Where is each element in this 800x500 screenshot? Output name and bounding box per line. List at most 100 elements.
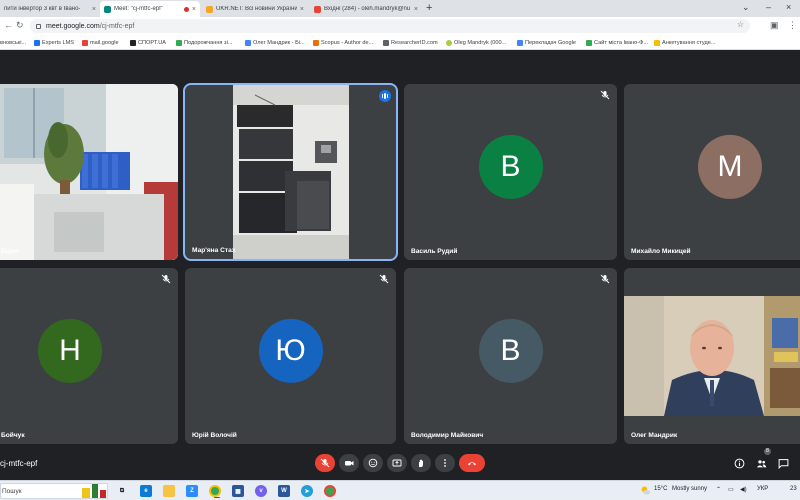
close-window-icon[interactable]: × — [786, 2, 791, 12]
word-icon[interactable]: W — [278, 485, 290, 497]
hang-up-icon — [468, 462, 476, 466]
participant-name: Юрій Волочій — [192, 432, 237, 439]
minimize-icon[interactable]: – — [766, 2, 771, 12]
participant-name: Бойчук — [1, 432, 25, 439]
bookmark-item[interactable]: mail.google — [82, 38, 119, 48]
bookmark-item[interactable]: Анкетування студе... — [654, 38, 716, 48]
close-icon[interactable]: × — [192, 6, 196, 13]
clock[interactable]: 23 — [790, 486, 797, 492]
keyboard-language[interactable]: УКР — [757, 486, 768, 492]
weather-status[interactable]: Mostly sunny — [672, 486, 707, 492]
mic-off-icon — [161, 274, 171, 284]
chat-button[interactable] — [776, 456, 790, 470]
participant-tile[interactable]: В Володимир Майкович — [404, 268, 617, 444]
recording-indicator-icon — [183, 6, 189, 12]
viber-icon[interactable]: v — [255, 485, 267, 497]
file-explorer-icon[interactable] — [163, 485, 175, 497]
reload-icon[interactable]: ↻ — [16, 20, 24, 31]
browser-tab[interactable]: UKR.NET: Всі новини України, × — [202, 1, 308, 17]
office-video-feed — [0, 84, 178, 260]
bookmark-item[interactable]: вновські... — [0, 38, 26, 48]
temperature: 15°C — [654, 486, 668, 492]
participant-tile[interactable]: В Василь Рудий — [404, 84, 617, 260]
lab-video-feed — [233, 85, 349, 259]
tab-search-icon[interactable]: ⌄ — [742, 2, 750, 13]
meeting-details-button[interactable] — [732, 456, 746, 470]
man-video-feed — [624, 268, 800, 444]
participant-name: Олег Мандрик — [631, 432, 678, 439]
participant-tile[interactable]: Ю Юрій Волочій — [185, 268, 396, 444]
participant-tile-active-speaker[interactable]: Мар'яна Стах — [183, 83, 398, 261]
partly-sunny-icon — [641, 486, 651, 495]
bookmarks-bar: вновські... Experts LMS mail.google СПОР… — [0, 35, 800, 50]
windows-taskbar: Пошук ⧉ e Z ▦ v W ➤ 15°C Mostly sunny ⌃ … — [0, 480, 800, 500]
bookmark-icon — [130, 40, 136, 46]
telegram-icon[interactable]: ➤ — [301, 485, 313, 497]
participant-tile[interactable]: Н Бойчук — [0, 268, 178, 444]
more-icon — [444, 459, 446, 467]
reactions-button[interactable] — [363, 454, 383, 472]
store-icon[interactable]: ▦ — [232, 485, 244, 497]
bookmark-item[interactable]: Перекладач Google — [517, 38, 576, 48]
raise-hand-icon — [419, 459, 423, 467]
present-button[interactable] — [387, 454, 407, 472]
browser-tab[interactable]: пити інвертор 3 квт в Івано- × — [0, 1, 100, 17]
participant-name: Михайло Микицей — [631, 248, 691, 255]
meeting-code: cj-mtfc-epf — [0, 459, 38, 468]
tab-title: Meet: "cj-mtfc-epf" — [114, 6, 163, 12]
leave-call-button[interactable] — [459, 454, 485, 472]
url-text: meet.google.com/cj-mtfc-epf — [46, 22, 135, 30]
bookmark-item[interactable]: Олег Мандрик - Бі... — [245, 38, 305, 48]
task-view-icon[interactable]: ⧉ — [116, 485, 128, 497]
participant-name: Мар'яна Стах — [192, 247, 236, 254]
participant-tile[interactable]: Олег Мандрик — [624, 268, 800, 444]
close-icon[interactable]: × — [414, 6, 418, 13]
close-icon[interactable]: × — [92, 6, 96, 13]
meet-stage: Бідко Мар'яна Стах В Василь Рудий М Миха… — [0, 50, 800, 480]
menu-icon[interactable]: ⋮ — [788, 20, 797, 31]
star-icon[interactable]: ☆ — [737, 20, 744, 29]
new-tab-button[interactable]: + — [426, 2, 432, 14]
info-icon — [734, 458, 744, 468]
network-icon[interactable]: ▭ — [728, 486, 734, 493]
browser-tab-active[interactable]: Meet: "cj-mtfc-epf" × — [100, 1, 200, 17]
url-input[interactable]: meet.google.com/cj-mtfc-epf ☆ — [30, 19, 750, 33]
browser-tab[interactable]: Вхідні (284) - oleh.mandryk@nu × — [310, 1, 422, 17]
bookmark-item[interactable]: Сайт міста Івано-Ф... — [586, 38, 648, 48]
mic-off-icon — [320, 458, 330, 468]
avatar: М — [698, 134, 762, 199]
mic-toggle-button[interactable] — [315, 454, 335, 472]
raise-hand-button[interactable] — [411, 454, 431, 472]
google-scholar-icon — [245, 40, 251, 46]
gmail-icon — [82, 40, 88, 46]
show-hidden-icons-icon[interactable]: ⌃ — [716, 486, 721, 493]
participant-tile[interactable]: М Михайло Микицей — [624, 84, 800, 260]
bookmark-item[interactable]: СПОРТ.UA — [130, 38, 166, 48]
chrome-icon[interactable] — [209, 485, 221, 498]
bookmark-item[interactable]: ResearcherID.com — [383, 38, 438, 48]
bookmark-icon — [34, 40, 40, 46]
close-icon[interactable]: × — [300, 6, 304, 13]
participant-tile[interactable]: Бідко — [0, 84, 178, 260]
avatar: Н — [38, 318, 102, 383]
gmail-icon — [314, 5, 321, 13]
tab-title: UKR.NET: Всі новини України, — [216, 6, 297, 12]
chat-icon — [778, 458, 788, 469]
mic-off-icon — [600, 274, 610, 284]
edge-icon[interactable]: e — [140, 485, 152, 497]
chrome-icon[interactable] — [324, 485, 336, 497]
back-icon[interactable]: ← — [4, 20, 13, 30]
bookmark-item[interactable]: Scopus - Author de... — [313, 38, 373, 48]
more-options-button[interactable] — [435, 454, 455, 472]
bookmark-item[interactable]: Oleg Mandryk (000... — [446, 38, 506, 48]
volume-icon[interactable]: ◀) — [740, 486, 747, 493]
bookmark-item[interactable]: Experts LMS — [34, 38, 74, 48]
participant-count-badge: 8 — [764, 448, 771, 455]
extensions-icon[interactable]: ▣ — [770, 20, 779, 31]
people-button[interactable] — [754, 456, 768, 470]
camera-toggle-button[interactable] — [339, 454, 359, 472]
avatar: В — [478, 134, 543, 199]
bookmark-item[interactable]: Подорожчання зі... — [176, 38, 232, 48]
participant-name: Василь Рудий — [411, 248, 458, 255]
zoom-icon[interactable]: Z — [186, 485, 198, 497]
